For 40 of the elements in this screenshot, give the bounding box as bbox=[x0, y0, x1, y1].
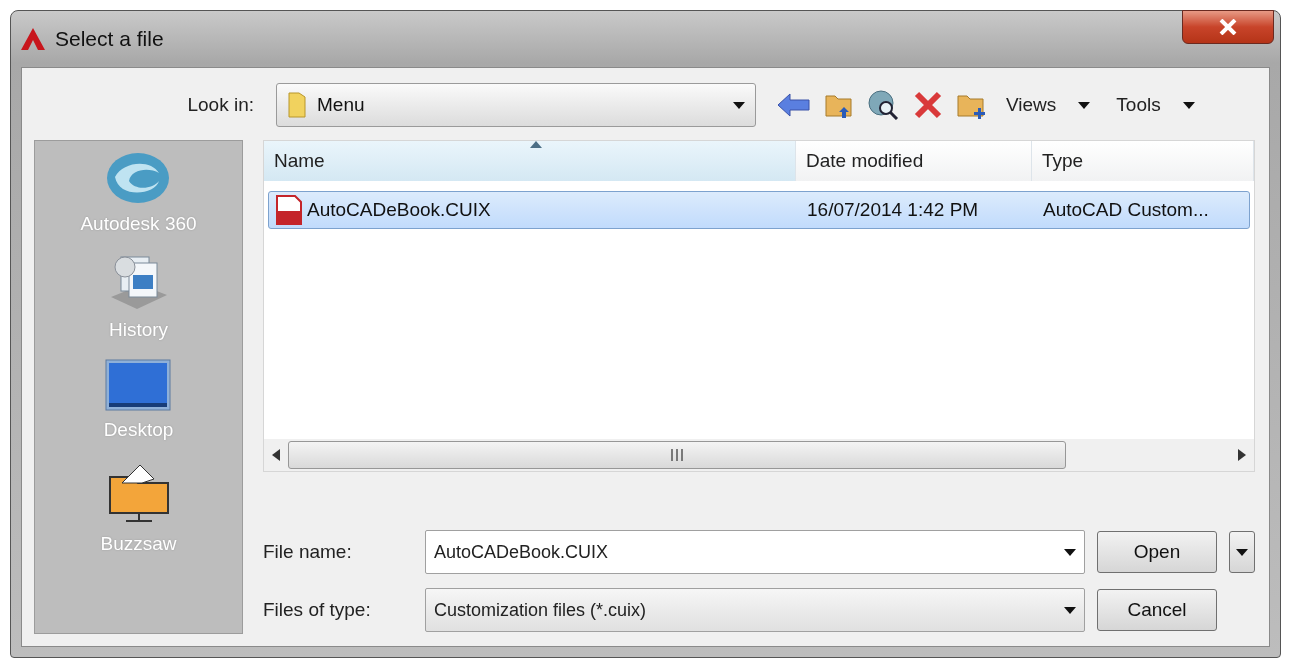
toolbar-menu[interactable]: Tools bbox=[1110, 94, 1201, 116]
scroll-left-icon[interactable] bbox=[272, 449, 280, 461]
caret-icon bbox=[1064, 606, 1076, 614]
cancel-button[interactable]: Cancel bbox=[1097, 589, 1217, 631]
look-in-dropdown[interactable]: Menu bbox=[276, 83, 756, 127]
file-name-cell: AutoCADeBook.CUIX bbox=[269, 192, 801, 228]
file-name-label: File name: bbox=[263, 541, 353, 563]
column-header[interactable]: Type bbox=[1032, 141, 1254, 181]
file-row[interactable]: AutoCADeBook.CUIX 16/07/2014 1:42 PM AutoCAD Custom... bbox=[268, 191, 1250, 229]
caret-icon bbox=[733, 101, 745, 109]
back-arrow-icon[interactable] bbox=[778, 93, 810, 117]
delete-icon[interactable] bbox=[914, 91, 942, 119]
app-logo-icon bbox=[21, 28, 45, 50]
column-header[interactable]: Name bbox=[264, 141, 796, 181]
caret-icon bbox=[1236, 548, 1248, 556]
monitor-icon bbox=[105, 359, 172, 411]
file-type-dropdown[interactable]: Customization files (*.cuix) bbox=[425, 588, 1085, 632]
scrollbar-thumb[interactable] bbox=[288, 441, 1066, 469]
open-options-button[interactable] bbox=[1229, 531, 1255, 573]
window-title: Select a file bbox=[55, 27, 164, 51]
file-type-label: Files of type: bbox=[263, 599, 372, 621]
swirl-icon bbox=[105, 151, 172, 205]
type-cell-text: AutoCAD Custom... bbox=[1042, 198, 1210, 222]
caret-icon bbox=[1064, 548, 1076, 556]
column-header[interactable]: Date modified bbox=[796, 141, 1032, 181]
sort-arrow-icon bbox=[529, 141, 542, 148]
file-name-field[interactable]: AutoCADeBook.CUIX bbox=[425, 530, 1085, 574]
look-in-label: Look in: bbox=[186, 94, 255, 116]
close-button[interactable] bbox=[1182, 10, 1274, 44]
open-button[interactable]: Open bbox=[1097, 531, 1217, 573]
file-icon bbox=[275, 195, 303, 225]
close-icon bbox=[1219, 19, 1237, 35]
horizontal-scrollbar[interactable] bbox=[264, 439, 1254, 471]
globe-search-icon[interactable] bbox=[868, 90, 900, 120]
folder-icon bbox=[287, 91, 307, 119]
caret-icon bbox=[1078, 101, 1091, 109]
scroll-right-icon[interactable] bbox=[1238, 449, 1246, 461]
toolbar-menu[interactable]: Views bbox=[1000, 94, 1097, 116]
caret-icon bbox=[1182, 101, 1195, 109]
date-cell-text: 16/07/2014 1:42 PM bbox=[806, 198, 980, 222]
